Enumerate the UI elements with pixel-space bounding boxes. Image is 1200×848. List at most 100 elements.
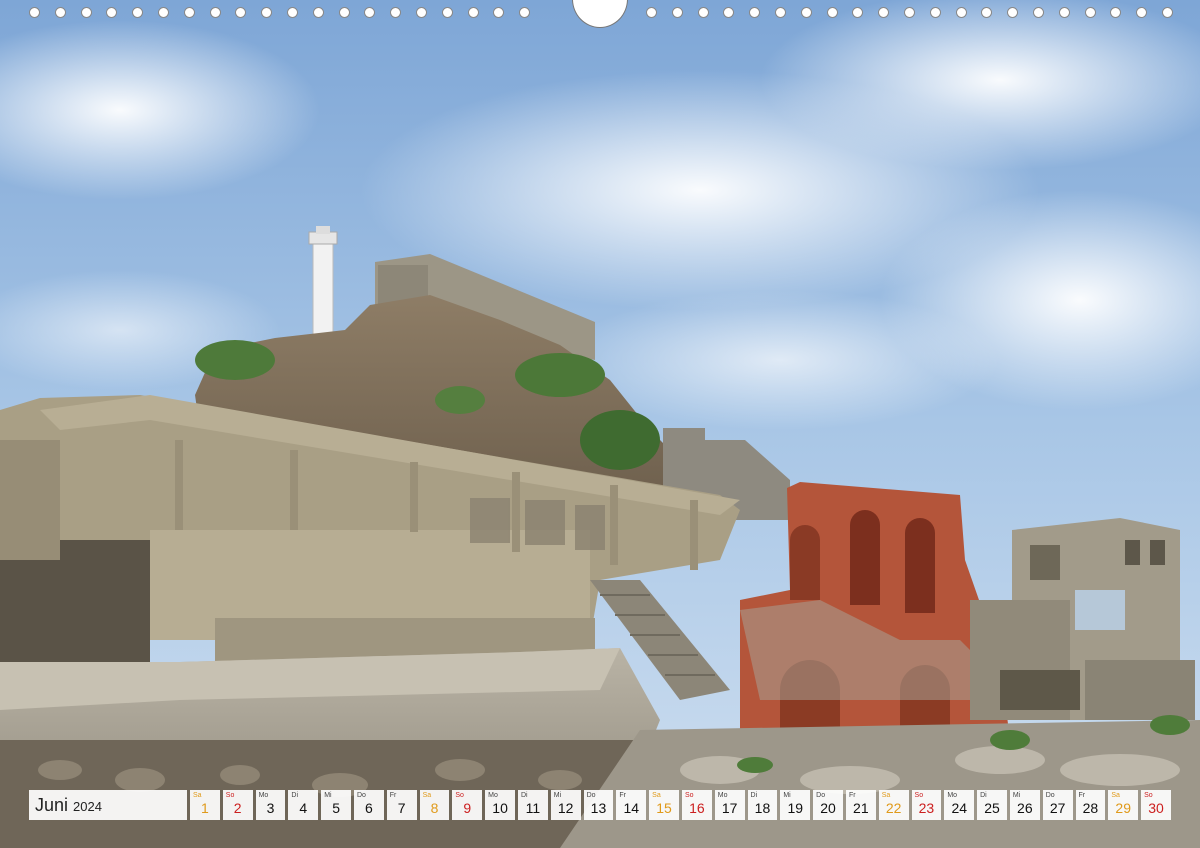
binding-hole	[1110, 7, 1122, 18]
binding-hole	[1033, 7, 1044, 18]
calendar-day: Di 4	[288, 790, 319, 820]
binding-hole	[749, 7, 761, 18]
day-weekday: So	[225, 792, 235, 799]
binding-hole	[1007, 7, 1019, 18]
calendar-day: Sa 1	[190, 790, 220, 820]
calendar-day: So 16	[681, 790, 712, 820]
calendar-day: Sa 29	[1108, 790, 1139, 820]
binding-hole	[29, 7, 40, 18]
calendar-day: Fr 14	[616, 790, 647, 820]
day-weekday: Sa	[1111, 792, 1120, 799]
day-number: 14	[623, 800, 640, 816]
binding-hole	[132, 7, 144, 18]
day-weekday: So	[455, 792, 464, 799]
binding-hole	[671, 7, 683, 18]
day-weekday: Di	[291, 792, 299, 799]
day-number: 28	[1082, 800, 1099, 816]
day-weekday: Do	[586, 792, 596, 799]
calendar-day: Mi 19	[780, 790, 811, 820]
day-number: 13	[590, 800, 607, 816]
calendar-strip: Juni 2024 Sa 1 So 2 Mo 3 Di 4 Mi 5 Do 6 Fr 7 Sa 8 So 9 Mo 1…	[29, 790, 1171, 820]
calendar-day: Do 13	[583, 790, 614, 820]
binding-hole	[261, 7, 273, 18]
calendar-day: So 9	[452, 790, 483, 820]
day-number: 21	[853, 800, 869, 816]
calendar-day: Mo 17	[714, 790, 745, 820]
day-number: 22	[885, 800, 902, 816]
binding-hole	[929, 7, 941, 18]
calendar-day: Di 11	[517, 790, 548, 820]
calendar-day: Do 27	[1042, 790, 1073, 820]
day-number: 27	[1049, 800, 1066, 816]
binding-hole	[106, 7, 118, 18]
binding-hole	[826, 7, 838, 18]
day-number: 2	[233, 800, 242, 816]
day-number: 8	[430, 800, 439, 816]
day-number: 17	[721, 800, 738, 816]
binding-hole	[287, 7, 298, 18]
day-number: 29	[1115, 800, 1131, 816]
binding-hole	[54, 7, 66, 18]
day-weekday: Fr	[1078, 792, 1086, 799]
calendar-day: Fr 21	[845, 790, 876, 820]
calendar-day: So 30	[1141, 790, 1171, 820]
binding-hole	[646, 7, 657, 18]
day-weekday: Mo	[488, 792, 498, 799]
binding-hole	[467, 7, 479, 18]
calendar-day: Mi 5	[321, 790, 351, 820]
day-number: 16	[689, 800, 705, 816]
day-number: 23	[918, 800, 935, 816]
day-weekday: Di	[750, 792, 758, 799]
binding-hole	[904, 7, 915, 18]
day-weekday: Fr	[389, 792, 397, 799]
day-number: 26	[1017, 800, 1033, 816]
calendar-day: Sa 8	[419, 790, 450, 820]
day-weekday: Mi	[783, 792, 791, 799]
day-weekday: Sa	[881, 792, 891, 799]
day-weekday: Fr	[848, 792, 856, 799]
binding-hole	[852, 7, 864, 18]
binding-hole	[519, 7, 531, 18]
binding-hole	[775, 7, 786, 18]
calendar-day: Do 6	[353, 790, 384, 820]
calendar-day: Di 18	[747, 790, 778, 820]
calendar-day: So 23	[911, 790, 942, 820]
calendar-day: Mo 24	[944, 790, 975, 820]
binding-hole	[1084, 7, 1096, 18]
day-weekday: So	[684, 792, 694, 799]
day-weekday: Do	[356, 792, 366, 799]
day-weekday: So	[914, 792, 924, 799]
day-number: 10	[492, 800, 508, 816]
day-weekday: Fr	[619, 792, 626, 799]
day-number: 9	[463, 800, 472, 816]
day-number: 5	[332, 800, 340, 816]
binding-hole	[878, 7, 890, 18]
binding-hole	[338, 7, 350, 18]
day-weekday: Sa	[193, 792, 202, 799]
day-weekday: Mi	[1012, 792, 1021, 799]
day-number: 30	[1148, 800, 1164, 816]
binding-hole	[390, 7, 402, 18]
day-number: 24	[951, 800, 968, 816]
binding-hole	[441, 7, 453, 18]
day-number: 3	[266, 800, 275, 816]
calendar-day: Mo 10	[485, 790, 515, 820]
binding-hole	[1136, 7, 1148, 18]
day-weekday: Do	[816, 792, 826, 799]
day-number: 1	[201, 800, 209, 816]
binding-hole	[364, 7, 376, 18]
day-weekday: Sa	[652, 792, 661, 799]
day-number: 7	[397, 800, 406, 816]
binding-hole	[723, 7, 735, 18]
calendar-day: Mi 26	[1009, 790, 1040, 820]
day-weekday: Mo	[947, 792, 958, 799]
binding-hole	[312, 7, 324, 18]
calendar-day: Do 20	[813, 790, 843, 820]
binding-hole	[1058, 7, 1070, 18]
day-weekday: Mi	[553, 792, 562, 799]
binding-hole	[800, 7, 812, 18]
day-number: 12	[557, 800, 574, 816]
calendar-day: Di 25	[977, 790, 1007, 820]
day-weekday: Mi	[324, 792, 332, 799]
binding-hole	[981, 7, 993, 18]
